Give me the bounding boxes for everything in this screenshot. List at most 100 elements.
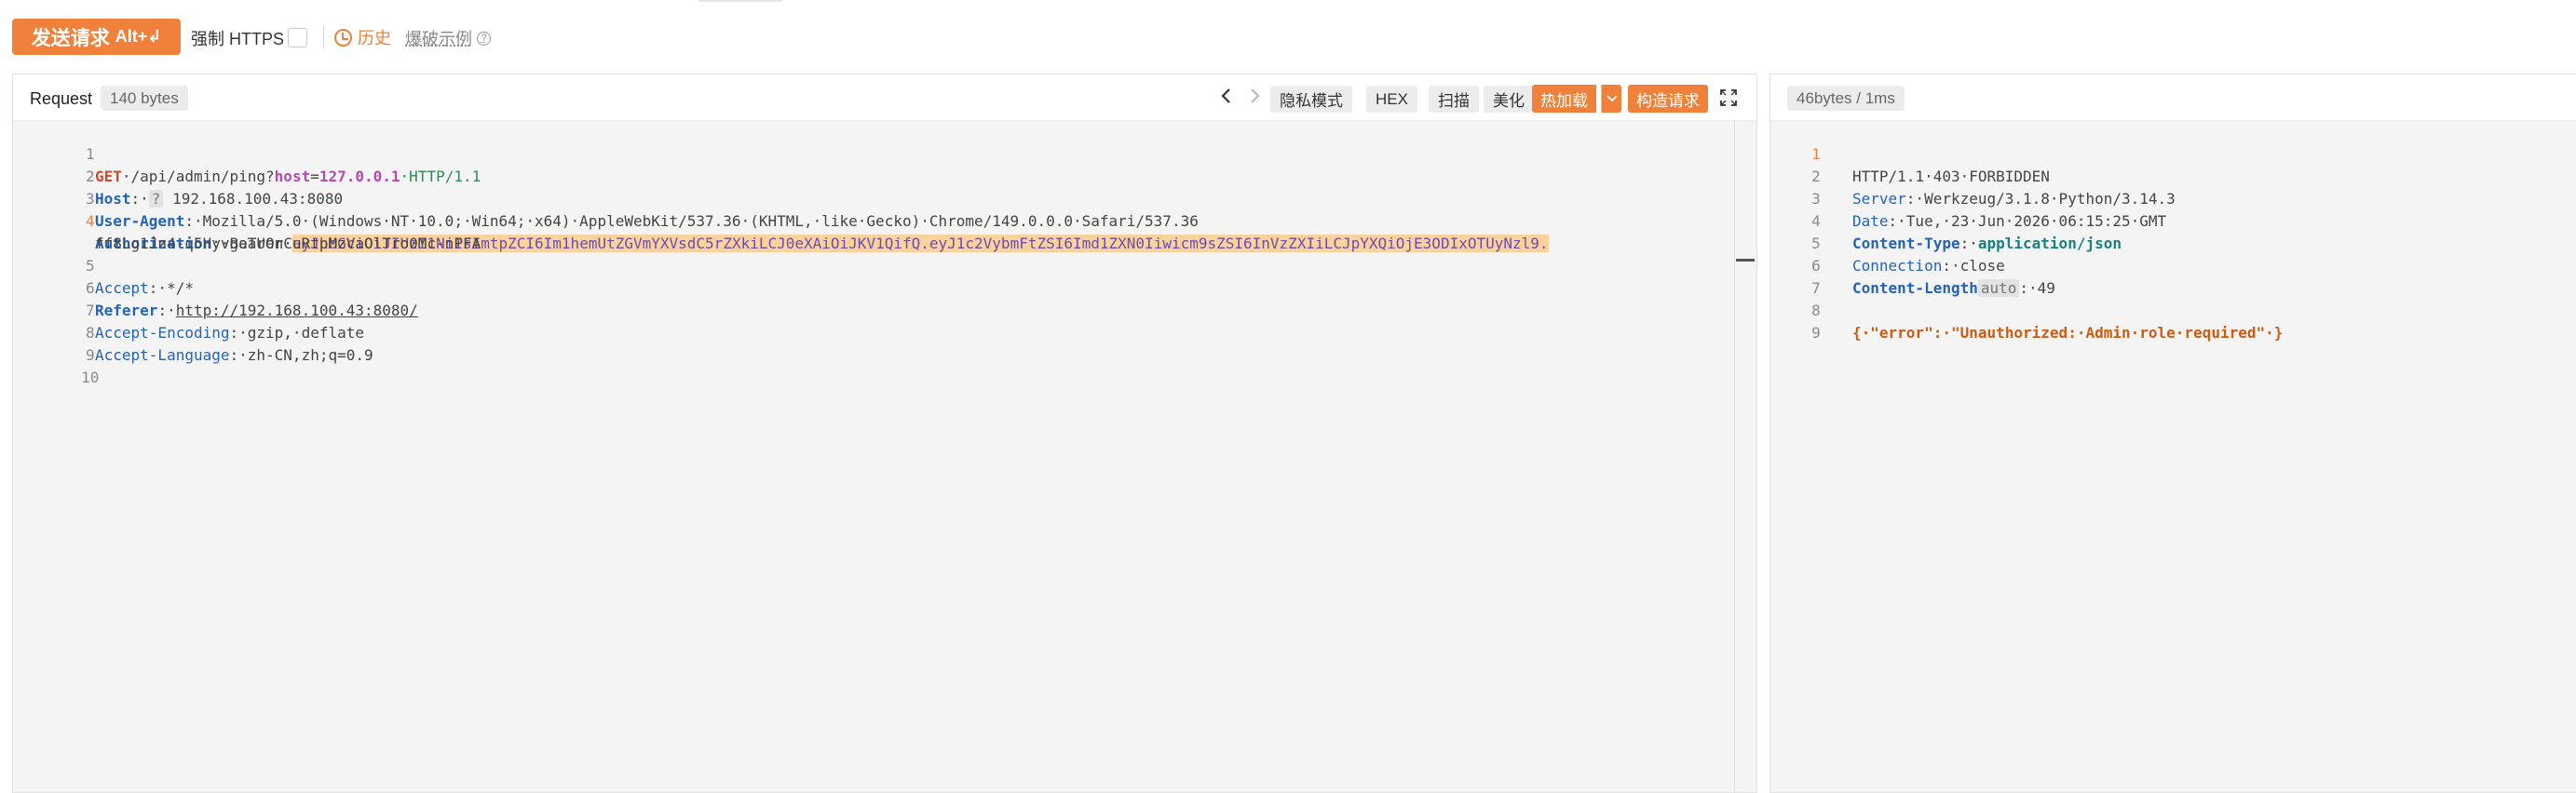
request-title: Request xyxy=(30,89,93,108)
line-number: 4 xyxy=(85,212,95,230)
code-line: 7 Accept-Encoding:·gzip,·deflate xyxy=(13,277,364,342)
header-sep: :· xyxy=(1942,257,1960,275)
line-number: 10 xyxy=(81,369,100,386)
code-line: 10 xyxy=(13,344,99,386)
line-number: 7 xyxy=(85,302,95,319)
header-line: Referer:·http://192.168.100.43:8080/ xyxy=(95,300,418,322)
header-line: Accept-Encoding:·gzip,·deflate xyxy=(95,322,364,344)
status-text: HTTP/1.1·403·FORBIDDEN xyxy=(1852,168,2050,185)
header-line: Server:·Werkzeug/3.1.8·Python/3.14.3 xyxy=(1852,188,2176,210)
response-body: {·"error":·"Unauthorized:·Admin·role·req… xyxy=(1852,322,2283,344)
request-scrollbar[interactable] xyxy=(1734,121,1756,792)
force-https-checkbox[interactable] xyxy=(288,28,307,47)
request-path: ·/api/admin/ping? xyxy=(121,168,275,185)
request-panel: Request 140 bytes 隐私模式 HEX 扫描 美化 热加载 构造请… xyxy=(12,74,1757,793)
private-mode-button[interactable]: 隐私模式 xyxy=(1270,86,1352,113)
code-line: 9 xyxy=(13,322,95,364)
beautify-button[interactable]: 美化 xyxy=(1484,86,1534,113)
header-name: Accept-Encoding xyxy=(95,324,230,342)
header-sep: :· xyxy=(130,190,149,208)
response-meta-badge: 46bytes / 1ms xyxy=(1787,86,1905,111)
header-value: 49 xyxy=(2037,279,2055,297)
header-sep: :· xyxy=(2019,279,2038,297)
header-value: Werkzeug/3.1.8·Python/3.14.3 xyxy=(1924,190,2176,208)
http-protocol: ·HTTP/1.1 xyxy=(400,168,481,185)
header-sep: :· xyxy=(184,212,203,230)
scrollbar-marker xyxy=(1736,259,1755,262)
referer-link[interactable]: http://192.168.100.43:8080/ xyxy=(176,302,418,319)
example-link[interactable]: 爆破示例 ? xyxy=(405,26,491,50)
code-line: 7 xyxy=(1770,255,1824,297)
header-value: Mozilla/5.0·(Windows·NT·10.0;·Win64;·x64… xyxy=(202,212,1199,230)
response-editor[interactable]: 1 HTTP/1.1·403·FORBIDDEN 2 Server:·Werkz… xyxy=(1770,121,2576,792)
host-hint-chip[interactable]: ? xyxy=(148,190,164,208)
auto-chip[interactable]: auto xyxy=(1977,279,2020,297)
force-https-label: 强制 HTTPS xyxy=(191,30,285,48)
code-line: 9 xyxy=(1770,300,1824,342)
response-panel: 46bytes / 1ms 1 HTTP/1.1·403·FORBIDDEN 2… xyxy=(1769,74,2576,793)
header-value: zh-CN,zh;q=0.9 xyxy=(247,346,373,364)
header-value: close xyxy=(1959,257,2005,275)
hot-load-dropdown[interactable] xyxy=(1601,85,1621,113)
header-value: Tue,·23·Jun·2026·06:15:25·GMT xyxy=(1905,212,2167,230)
code-line: 8 {·"error":·"Unauthorized:·Admin·role·r… xyxy=(1770,277,2283,342)
history-label: 历史 xyxy=(358,29,391,47)
header-value-continued: ff8Lg1Jn4-q5HyvgaTUOnCuRtpMzVaOlTro0Mc-n… xyxy=(95,233,481,255)
header-sep: :· xyxy=(1959,235,1978,252)
code-line: 6 Content-Length auto:·49 xyxy=(1770,233,2055,297)
build-request-button[interactable]: 构造请求 xyxy=(1628,85,1708,113)
header-line: Connection:·close xyxy=(1852,255,2005,277)
response-header: 46bytes / 1ms xyxy=(1770,74,2576,121)
json-body: {·"error":·"Unauthorized:·Admin·role·req… xyxy=(1852,324,2284,342)
code-line: 2 Host:·? 192.168.100.43:8080 xyxy=(13,143,343,208)
line-number: 9 xyxy=(85,346,95,364)
code-line-wrap: ff8Lg1Jn4-q5HyvgaTUOnCuRtpMzVaOlTro0Mc-n… xyxy=(13,210,481,252)
fullscreen-icon[interactable] xyxy=(1718,87,1739,108)
code-line: 4 Content-Type:·application/json xyxy=(1770,188,2122,252)
send-request-button[interactable]: 发送请求 Alt+↲ xyxy=(12,19,181,55)
code-line: 8 Accept-Language:·zh-CN,zh;q=0.9 xyxy=(13,300,373,364)
query-param-value: 127.0.0.1 xyxy=(319,168,400,185)
send-request-label: 发送请求 xyxy=(31,27,110,49)
hot-load-button[interactable]: 热加载 xyxy=(1532,85,1596,113)
line-number: 2 xyxy=(85,168,95,185)
header-name: Content-Length xyxy=(1852,279,1978,297)
code-line: 3 Date:·Tue,·23·Jun·2026·06:15:25·GMT xyxy=(1770,166,2166,230)
previous-arrow-icon[interactable] xyxy=(1217,87,1236,111)
code-line: 1 GET·/api/admin/ping?host=127.0.0.1·HTT… xyxy=(13,121,481,185)
request-line: GET·/api/admin/ping?host=127.0.0.1·HTTP/… xyxy=(95,166,481,188)
history-link[interactable]: 历史 xyxy=(334,25,391,49)
code-line: 2 Server:·Werkzeug/3.1.8·Python/3.14.3 xyxy=(1770,143,2176,208)
code-line: 1 HTTP/1.1·403·FORBIDDEN xyxy=(1770,121,2050,185)
request-editor[interactable]: 1 GET·/api/admin/ping?host=127.0.0.1·HTT… xyxy=(13,121,1756,792)
chevron-down-icon xyxy=(1606,95,1618,102)
example-label: 爆破示例 xyxy=(405,30,472,48)
line-number: 1 xyxy=(85,145,95,163)
help-icon[interactable]: ? xyxy=(477,31,491,46)
code-line: 3 User-Agent:·Mozilla/5.0·(Windows·NT·10… xyxy=(13,166,1199,230)
code-line: 6 Referer:·http://192.168.100.43:8080/ xyxy=(13,255,418,319)
header-line: Accept-Language:·zh-CN,zh;q=0.9 xyxy=(95,344,373,367)
header-line: Content-Type:·application/json xyxy=(1852,233,2122,255)
scan-button[interactable]: 扫描 xyxy=(1429,86,1479,113)
jwt-signature: ff8Lg1Jn4-q5HyvgaTUOnCuRtpMzVaOlTro0Mc-n… xyxy=(95,235,481,252)
clock-icon xyxy=(334,28,352,47)
header-sep: :· xyxy=(229,346,248,364)
query-param-eq: = xyxy=(310,168,319,185)
header-name: Date xyxy=(1852,212,1889,230)
code-line: 5 Accept:·*/* xyxy=(13,233,194,297)
jwt-token-highlight[interactable]: eyJhbGciOiJIUzI1NiIsImtpZCI6Im1hemUtZGVm… xyxy=(291,235,1549,252)
header-sep: :· xyxy=(1905,190,1925,208)
header-sep: :· xyxy=(157,302,176,319)
hex-button[interactable]: HEX xyxy=(1366,86,1417,113)
next-arrow-icon[interactable] xyxy=(1245,87,1264,111)
code-line: 4 Authorization:·Bearer·eyJhbGciOiJIUzI1… xyxy=(13,188,1549,252)
content-type-value: application/json xyxy=(1977,235,2122,252)
request-header: Request 140 bytes 隐私模式 HEX 扫描 美化 热加载 构造请… xyxy=(13,74,1756,121)
top-toolbar: 发送请求 Alt+↲ 强制 HTTPS 历史 爆破示例 ? xyxy=(0,0,2576,73)
header-name: Connection xyxy=(1852,257,1943,275)
header-value: 192.168.100.43:8080 xyxy=(163,190,344,208)
header-line: Date:·Tue,·23·Jun·2026·06:15:25·GMT xyxy=(1852,210,2166,233)
header-value: */* xyxy=(167,279,194,297)
query-param-key: host xyxy=(274,168,311,185)
